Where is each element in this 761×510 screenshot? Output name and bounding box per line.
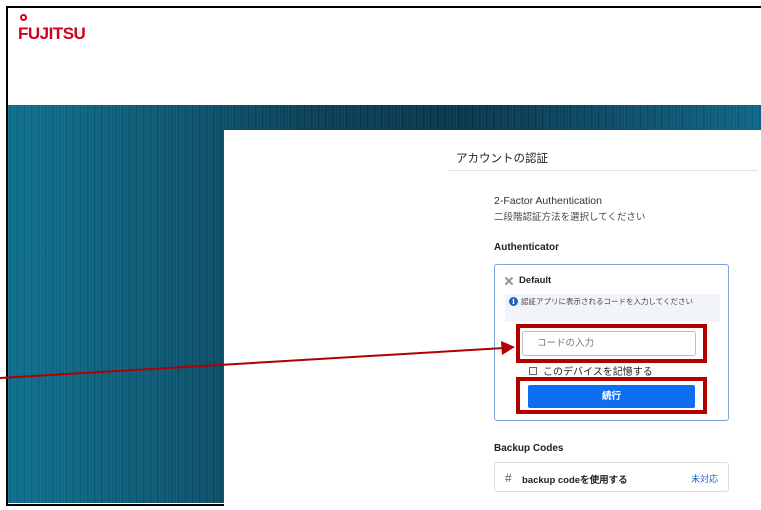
backup-section-label: Backup Codes bbox=[494, 443, 564, 454]
info-text: 認証アプリに表示されるコードを入力してください bbox=[521, 297, 694, 306]
auth-subheading: 二段階認証方法を選択してください bbox=[494, 212, 646, 223]
title-divider bbox=[448, 170, 758, 171]
backup-status-badge: 未対応 bbox=[690, 474, 718, 484]
code-input-highlight bbox=[516, 324, 707, 363]
backup-option-label: backup codeを使用する bbox=[522, 475, 628, 486]
card-title: Default bbox=[519, 275, 552, 286]
logo-mark bbox=[20, 14, 27, 21]
continue-button-highlight bbox=[516, 377, 707, 414]
info-message: i 認証アプリに表示されるコードを入力してください bbox=[505, 294, 720, 322]
auth-heading: 2-Factor Authentication bbox=[494, 195, 602, 207]
remember-checkbox[interactable] bbox=[529, 366, 537, 375]
site-header: FUJITSU bbox=[8, 8, 761, 105]
remember-label: このデバイスを記憶する bbox=[543, 367, 653, 378]
authenticator-icon bbox=[504, 276, 514, 286]
remember-device[interactable]: このデバイスを記憶する bbox=[529, 363, 653, 378]
logo-text: FUJITSU bbox=[18, 24, 86, 43]
info-icon: i bbox=[509, 297, 518, 306]
authenticator-section-label: Authenticator bbox=[494, 242, 559, 253]
page-title: アカウントの認証 bbox=[456, 153, 548, 165]
backup-code-option[interactable]: # backup codeを使用する 未対応 bbox=[494, 462, 729, 492]
hash-icon: # bbox=[505, 471, 512, 485]
fujitsu-logo: FUJITSU bbox=[18, 14, 86, 44]
card-header: Default bbox=[504, 275, 551, 286]
